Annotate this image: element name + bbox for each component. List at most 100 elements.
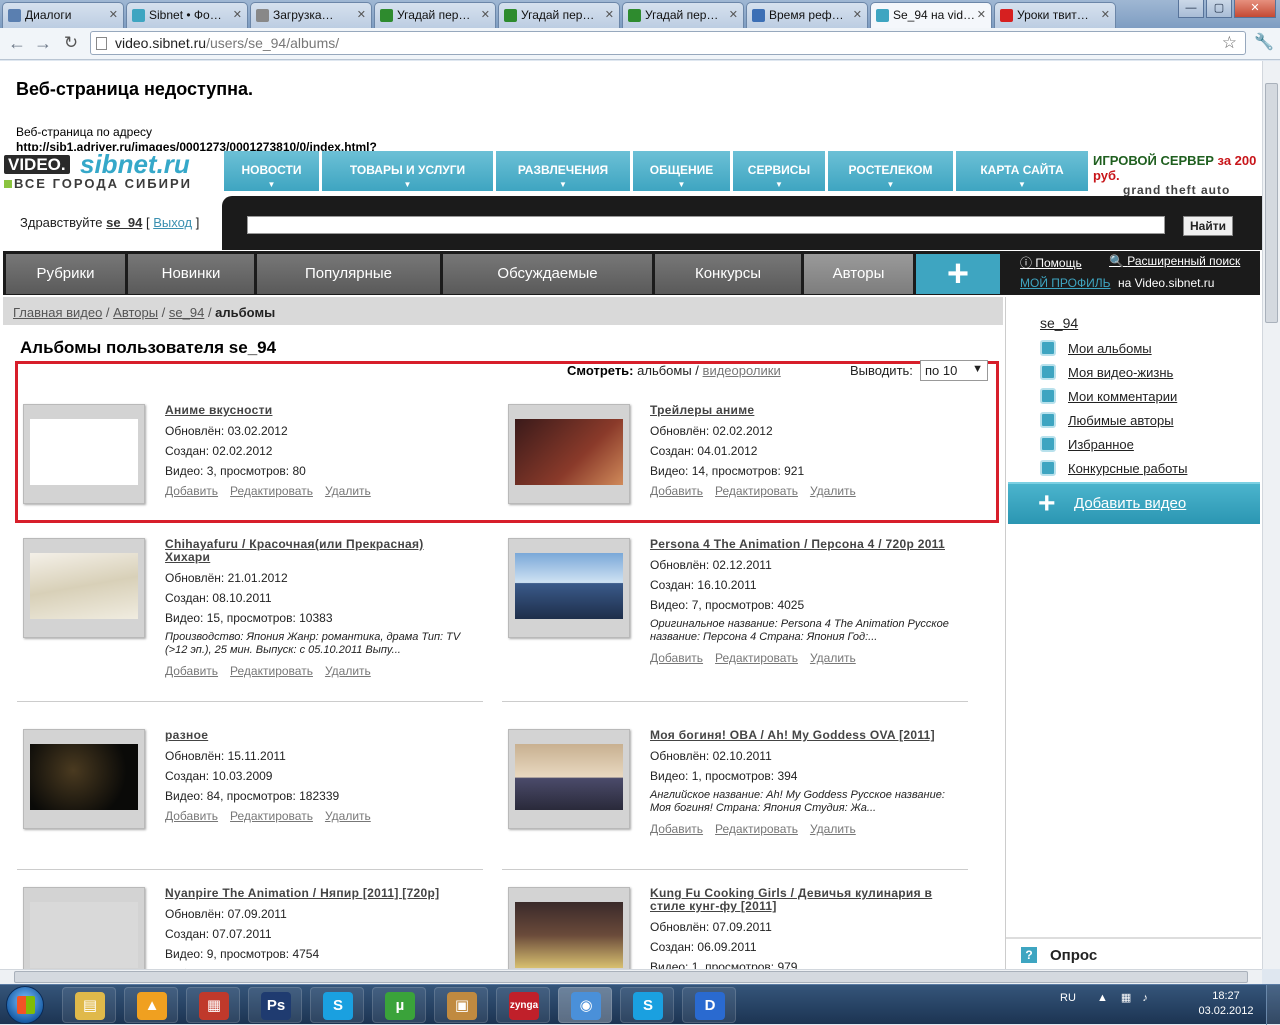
tab-close-icon[interactable]: ✕: [729, 8, 738, 21]
volume-icon[interactable]: ♪: [1142, 992, 1148, 1004]
view-videos-link[interactable]: видеоролики: [703, 363, 781, 378]
album-thumbnail[interactable]: [508, 538, 630, 638]
album-title[interactable]: Chihayafuru / Красочная(или Прекрасная) …: [165, 538, 465, 564]
logout-link[interactable]: Выход: [153, 215, 192, 230]
album-title[interactable]: Persona 4 The Animation / Персона 4 / 72…: [650, 538, 950, 551]
horizontal-scrollbar[interactable]: [0, 969, 1262, 984]
sidebar-item-comments[interactable]: Мои комментарии: [1040, 388, 1177, 404]
album-delete-link[interactable]: Удалить: [810, 484, 856, 498]
album-delete-link[interactable]: Удалить: [325, 664, 371, 678]
help-link[interactable]: ⓘ Помощь: [1020, 254, 1082, 271]
add-video-button[interactable]: + Добавить видео: [1008, 482, 1260, 524]
album-edit-link[interactable]: Редактировать: [230, 809, 313, 823]
tab-close-icon[interactable]: ✕: [109, 8, 118, 21]
album-delete-link[interactable]: Удалить: [325, 484, 371, 498]
taskbar-app-media[interactable]: ▦: [186, 987, 240, 1023]
album-title[interactable]: Kung Fu Cooking Girls / Девичья кулинари…: [650, 887, 950, 913]
album-add-link[interactable]: Добавить: [650, 484, 703, 498]
network-icon[interactable]: ▦: [1121, 992, 1131, 1004]
tab-close-icon[interactable]: ✕: [605, 8, 614, 21]
address-bar[interactable]: video.sibnet.ru/users/se_94/albums/ ☆: [90, 31, 1246, 55]
back-icon[interactable]: ←: [6, 32, 28, 54]
tab-0[interactable]: Диалоги ✕: [2, 2, 124, 28]
album-title[interactable]: разное: [165, 729, 465, 742]
user-link[interactable]: se_94: [106, 215, 142, 230]
topnav-item-0[interactable]: НОВОСТИ ▼: [224, 151, 319, 191]
topnav-item-1[interactable]: ТОВАРЫ И УСЛУГИ ▼: [322, 151, 493, 191]
album-edit-link[interactable]: Редактировать: [230, 664, 313, 678]
tab-3[interactable]: Угадай пер… ✕: [374, 2, 496, 28]
nav-popular[interactable]: Популярные: [257, 254, 440, 294]
album-thumbnail[interactable]: [23, 887, 145, 969]
per-page-select[interactable]: по 10 ▼: [920, 360, 988, 381]
clock[interactable]: 18:27 03.02.2012: [1196, 989, 1256, 1019]
album-title[interactable]: Аниме вкусности: [165, 404, 465, 417]
taskbar-app-aimp[interactable]: ▲: [124, 987, 178, 1023]
topnav-item-2[interactable]: РАЗВЛЕЧЕНИЯ ▼: [496, 151, 630, 191]
taskbar-app-daemon[interactable]: D: [682, 987, 736, 1023]
tab-5[interactable]: Угадай пер… ✕: [622, 2, 744, 28]
taskbar-app-chrome[interactable]: ◉: [558, 987, 612, 1023]
tab-close-icon[interactable]: ✕: [977, 8, 986, 21]
album-add-link[interactable]: Добавить: [165, 484, 218, 498]
album-thumbnail[interactable]: [23, 729, 145, 829]
taskbar-app-package[interactable]: ▣: [434, 987, 488, 1023]
tab-close-icon[interactable]: ✕: [233, 8, 242, 21]
album-thumbnail[interactable]: [508, 729, 630, 829]
language-indicator[interactable]: RU: [1060, 992, 1076, 1004]
album-add-link[interactable]: Добавить: [650, 651, 703, 665]
nav-contests[interactable]: Конкурсы: [655, 254, 801, 294]
album-thumbnail[interactable]: [508, 887, 630, 969]
ad-banner[interactable]: ИГРОВОЙ СЕРВЕР за 200 руб. grand theft a…: [1093, 153, 1257, 197]
album-edit-link[interactable]: Редактировать: [715, 484, 798, 498]
album-title[interactable]: Трейлеры аниме: [650, 404, 950, 417]
album-thumbnail[interactable]: [23, 404, 145, 504]
tab-close-icon[interactable]: ✕: [481, 8, 490, 21]
album-delete-link[interactable]: Удалить: [810, 822, 856, 836]
close-window-button[interactable]: ✕: [1234, 0, 1276, 18]
sidebar-user[interactable]: se_94: [1040, 315, 1078, 331]
album-delete-link[interactable]: Удалить: [325, 809, 371, 823]
show-desktop-button[interactable]: [1266, 985, 1280, 1025]
breadcrumb-home[interactable]: Главная видео: [13, 305, 102, 320]
topnav-item-5[interactable]: РОСТЕЛЕКОМ ▼: [828, 151, 953, 191]
tab-8[interactable]: Уроки твит… ✕: [994, 2, 1116, 28]
tray-arrow-icon[interactable]: ▲: [1097, 992, 1108, 1004]
album-delete-link[interactable]: Удалить: [810, 651, 856, 665]
tab-2[interactable]: Загрузка… ✕: [250, 2, 372, 28]
wrench-icon[interactable]: 🔧: [1254, 32, 1274, 52]
nav-rubrics[interactable]: Рубрики: [6, 254, 125, 294]
topnav-item-6[interactable]: КАРТА САЙТА ▼: [956, 151, 1088, 191]
album-thumbnail[interactable]: [508, 404, 630, 504]
tab-close-icon[interactable]: ✕: [853, 8, 862, 21]
taskbar-app-explorer[interactable]: ▤: [62, 987, 116, 1023]
album-edit-link[interactable]: Редактировать: [230, 484, 313, 498]
album-thumbnail[interactable]: [23, 538, 145, 638]
scroll-thumb-horizontal[interactable]: [14, 971, 1248, 983]
sidebar-item-video-life[interactable]: Моя видео-жизнь: [1040, 364, 1173, 380]
taskbar-app-skype[interactable]: S: [310, 987, 364, 1023]
tab-close-icon[interactable]: ✕: [357, 8, 366, 21]
site-logo[interactable]: VIDEO. sibnet.ru ВСЕ ГОРОДА СИБИРИ: [2, 151, 220, 193]
tab-close-icon[interactable]: ✕: [1101, 8, 1110, 21]
search-button[interactable]: Найти: [1183, 216, 1233, 236]
album-edit-link[interactable]: Редактировать: [715, 822, 798, 836]
nav-discussed[interactable]: Обсуждаемые: [443, 254, 652, 294]
album-title[interactable]: Моя богиня! OBA / Ah! My Goddess OVA [20…: [650, 729, 950, 742]
sidebar-item-favorites[interactable]: Избранное: [1040, 436, 1134, 452]
forward-icon[interactable]: →: [32, 32, 54, 54]
breadcrumb-user[interactable]: se_94: [169, 305, 204, 320]
album-add-link[interactable]: Добавить: [165, 809, 218, 823]
tab-6[interactable]: Время реф… ✕: [746, 2, 868, 28]
nav-new[interactable]: Новинки: [128, 254, 254, 294]
advanced-search-link[interactable]: 🔍 Расширенный поиск: [1109, 254, 1240, 268]
add-plus-button[interactable]: +: [916, 254, 1000, 294]
minimize-button[interactable]: —: [1178, 0, 1204, 18]
tab-7[interactable]: Se_94 на vid… ✕: [870, 2, 992, 29]
topnav-item-3[interactable]: ОБЩЕНИЕ ▼: [633, 151, 730, 191]
reload-icon[interactable]: ↻: [60, 32, 82, 54]
taskbar-app-utorrent[interactable]: µ: [372, 987, 426, 1023]
vertical-scrollbar[interactable]: [1262, 61, 1280, 969]
sidebar-item-favorite-authors[interactable]: Любимые авторы: [1040, 412, 1174, 428]
taskbar-app-photoshop[interactable]: Ps: [248, 987, 302, 1023]
